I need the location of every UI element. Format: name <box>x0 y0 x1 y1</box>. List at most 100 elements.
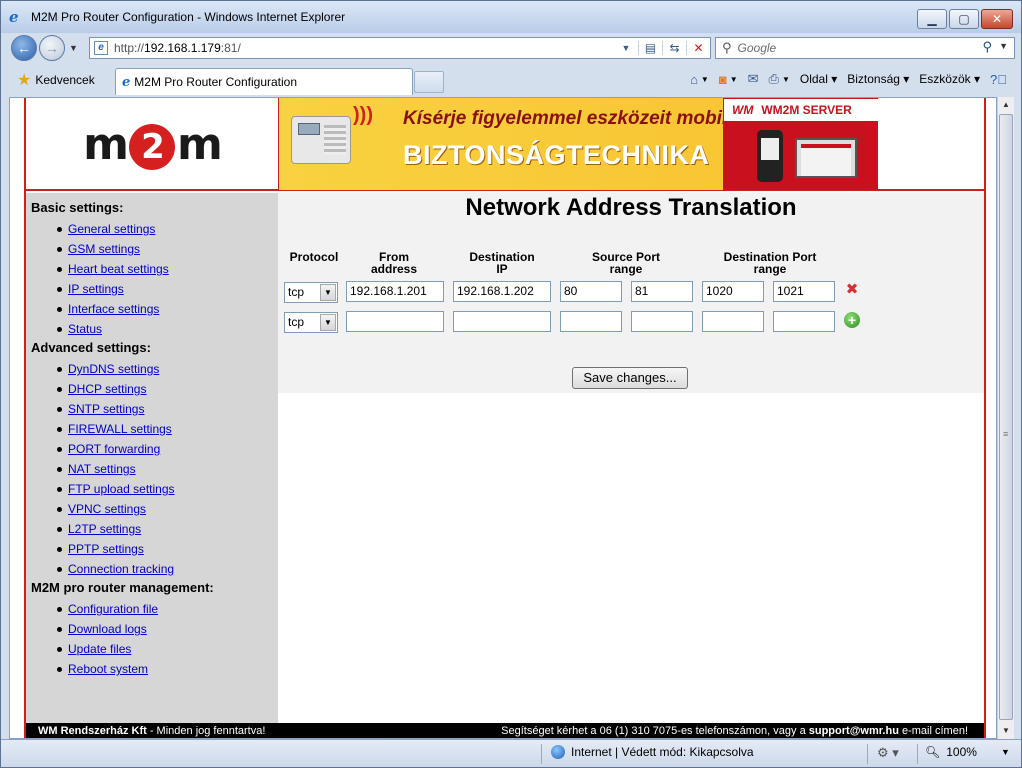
footer-support: Segítséget kérhet a 06 (1) 310 7075-es t… <box>501 725 968 737</box>
page-header: m2m ))) Kísérje figyelemmel eszközeit mo… <box>26 98 984 191</box>
ip-settings-link[interactable]: IP settings <box>68 282 124 296</box>
connection-tracking-link[interactable]: Connection tracking <box>68 562 174 576</box>
destination-port-from-input[interactable]: 1020 <box>702 281 764 302</box>
update-files-link[interactable]: Update files <box>68 642 131 656</box>
protocol-select-new[interactable]: tcp ▼ <box>284 312 338 333</box>
refresh-icon[interactable]: ⇆ <box>662 41 686 55</box>
compatibility-view-icon[interactable]: ▤ <box>638 41 662 55</box>
recent-pages-dropdown[interactable]: ▼ <box>69 43 78 53</box>
sntp-settings-link[interactable]: SNTP settings <box>68 402 144 416</box>
from-address-input-new[interactable] <box>346 311 444 332</box>
sidebar-item-pptp: PPTP settings <box>31 539 278 559</box>
stop-icon[interactable]: ✕ <box>686 41 710 55</box>
heartbeat-settings-link[interactable]: Heart beat settings <box>68 262 169 276</box>
new-tab-button[interactable] <box>414 71 444 93</box>
address-bar[interactable]: e http://192.168.1.179:81/ ▼ ▤ ⇆ ✕ <box>89 37 711 59</box>
search-options-icon[interactable]: ▼ <box>999 41 1008 51</box>
destination-ip-input[interactable]: 192.168.1.202 <box>453 281 551 302</box>
sidebar-item-status: Status <box>31 319 278 339</box>
gsm-settings-link[interactable]: GSM settings <box>68 242 140 256</box>
address-dropdown-icon[interactable]: ▼ <box>614 43 638 53</box>
alarm-device-image <box>291 116 351 164</box>
maximize-button[interactable]: ▢ <box>949 9 979 29</box>
interface-settings-link[interactable]: Interface settings <box>68 302 159 316</box>
title-bar: e M2M Pro Router Configuration - Windows… <box>1 1 1021 33</box>
print-dropdown-icon[interactable]: ▼ <box>782 75 790 84</box>
close-button[interactable]: ✕ <box>981 9 1013 29</box>
page-menu[interactable]: Oldal ▾ <box>800 72 837 86</box>
source-port-to-input-new[interactable] <box>631 311 693 332</box>
scroll-down-icon[interactable]: ▼ <box>998 723 1014 739</box>
feeds-dropdown-icon[interactable]: ▼ <box>730 75 738 84</box>
save-changes-button[interactable]: Save changes... <box>572 367 688 389</box>
sidebar-item-gsm: GSM settings <box>31 239 278 259</box>
vpnc-settings-link[interactable]: VPNC settings <box>68 502 146 516</box>
banner-slogan: Kísérje figyelemmel eszközeit mobilon! <box>403 108 757 129</box>
feeds-icon[interactable]: ◙ <box>719 72 727 87</box>
forward-button[interactable]: → <box>39 35 65 61</box>
protocol-header: Protocol <box>289 250 339 264</box>
pptp-settings-link[interactable]: PPTP settings <box>68 542 144 556</box>
advert-banner[interactable]: ))) Kísérje figyelemmel eszközeit mobilo… <box>278 98 878 190</box>
protocol-select[interactable]: tcp ▼ <box>284 282 338 303</box>
home-icon[interactable]: ⌂ <box>690 72 698 87</box>
from-address-input[interactable]: 192.168.1.201 <box>346 281 444 302</box>
scroll-up-icon[interactable]: ▲ <box>998 97 1014 113</box>
nat-form: Network Address Translation Protocol Fro… <box>278 193 984 393</box>
sidebar-item-update-files: Update files <box>31 639 278 659</box>
browser-tab[interactable]: e M2M Pro Router Configuration <box>115 68 413 95</box>
search-box[interactable]: ⚲ Google ⚲ ▼ <box>715 37 1015 59</box>
from-address-header: From address <box>370 250 418 276</box>
home-dropdown-icon[interactable]: ▼ <box>701 75 709 84</box>
destination-ip-input-new[interactable] <box>453 311 551 332</box>
delete-rule-icon[interactable]: ✖ <box>844 282 860 298</box>
configuration-file-link[interactable]: Configuration file <box>68 602 158 616</box>
chevron-down-icon[interactable]: ▼ <box>320 314 336 331</box>
dyndns-settings-link[interactable]: DynDNS settings <box>68 362 159 376</box>
favorites-button[interactable]: Kedvencek <box>35 73 94 87</box>
sidebar-item-firewall: FIREWALL settings <box>31 419 278 439</box>
sidebar-item-dhcp: DHCP settings <box>31 379 278 399</box>
support-email-link[interactable]: support@wmr.hu <box>809 725 899 737</box>
status-link[interactable]: Status <box>68 322 102 336</box>
chevron-down-icon[interactable]: ▼ <box>320 284 336 301</box>
general-settings-link[interactable]: General settings <box>68 222 155 236</box>
search-icon[interactable]: ⚲ <box>982 39 992 55</box>
minimize-button[interactable]: ▁ <box>917 9 947 29</box>
basic-settings-list: General settings GSM settings Heart beat… <box>31 219 278 339</box>
security-zone[interactable]: Internet | Védett mód: Kikapcsolva <box>551 745 754 759</box>
source-port-from-input[interactable]: 80 <box>560 281 622 302</box>
page-title: Network Address Translation <box>465 194 797 221</box>
firewall-settings-link[interactable]: FIREWALL settings <box>68 422 172 436</box>
tools-menu[interactable]: Eszközök ▾ <box>919 72 980 86</box>
mail-icon[interactable]: ✉ <box>748 71 759 87</box>
dhcp-settings-link[interactable]: DHCP settings <box>68 382 146 396</box>
nat-settings-link[interactable]: NAT settings <box>68 462 136 476</box>
search-input[interactable]: Google <box>738 41 777 55</box>
reboot-system-link[interactable]: Reboot system <box>68 662 148 676</box>
source-port-to-input[interactable]: 81 <box>631 281 693 302</box>
port-forwarding-link[interactable]: PORT forwarding <box>68 442 160 456</box>
print-icon[interactable]: ⎙ <box>769 71 779 87</box>
address-url[interactable]: http://192.168.1.179:81/ <box>114 41 241 55</box>
basic-settings-heading: Basic settings: <box>31 200 124 215</box>
download-logs-link[interactable]: Download logs <box>68 622 147 636</box>
scroll-thumb[interactable]: ≡ <box>999 114 1013 720</box>
advanced-settings-heading: Advanced settings: <box>31 340 151 355</box>
destination-port-from-input-new[interactable] <box>702 311 764 332</box>
zoom-dropdown-icon[interactable]: ▼ <box>1001 747 1010 757</box>
add-rule-icon[interactable]: + <box>844 312 860 328</box>
source-port-from-input-new[interactable] <box>560 311 622 332</box>
favorites-star-icon[interactable]: ★ <box>17 70 31 90</box>
vertical-scrollbar[interactable]: ▲ ≡ ▼ <box>997 97 1014 739</box>
zoom-icon: 🔍︎ <box>925 745 941 759</box>
ftp-upload-settings-link[interactable]: FTP upload settings <box>68 482 175 496</box>
safety-menu[interactable]: Biztonság ▾ <box>847 72 909 86</box>
zoom-control[interactable]: 🔍︎ 100% ▼ <box>925 745 1010 759</box>
back-button[interactable]: ← <box>11 35 37 61</box>
l2tp-settings-link[interactable]: L2TP settings <box>68 522 141 536</box>
destination-port-to-input-new[interactable] <box>773 311 835 332</box>
help-icon[interactable]: ?⃝ <box>990 72 1007 87</box>
protected-mode-icon[interactable]: ⚙ ▾ <box>877 745 899 761</box>
destination-port-to-input[interactable]: 1021 <box>773 281 835 302</box>
